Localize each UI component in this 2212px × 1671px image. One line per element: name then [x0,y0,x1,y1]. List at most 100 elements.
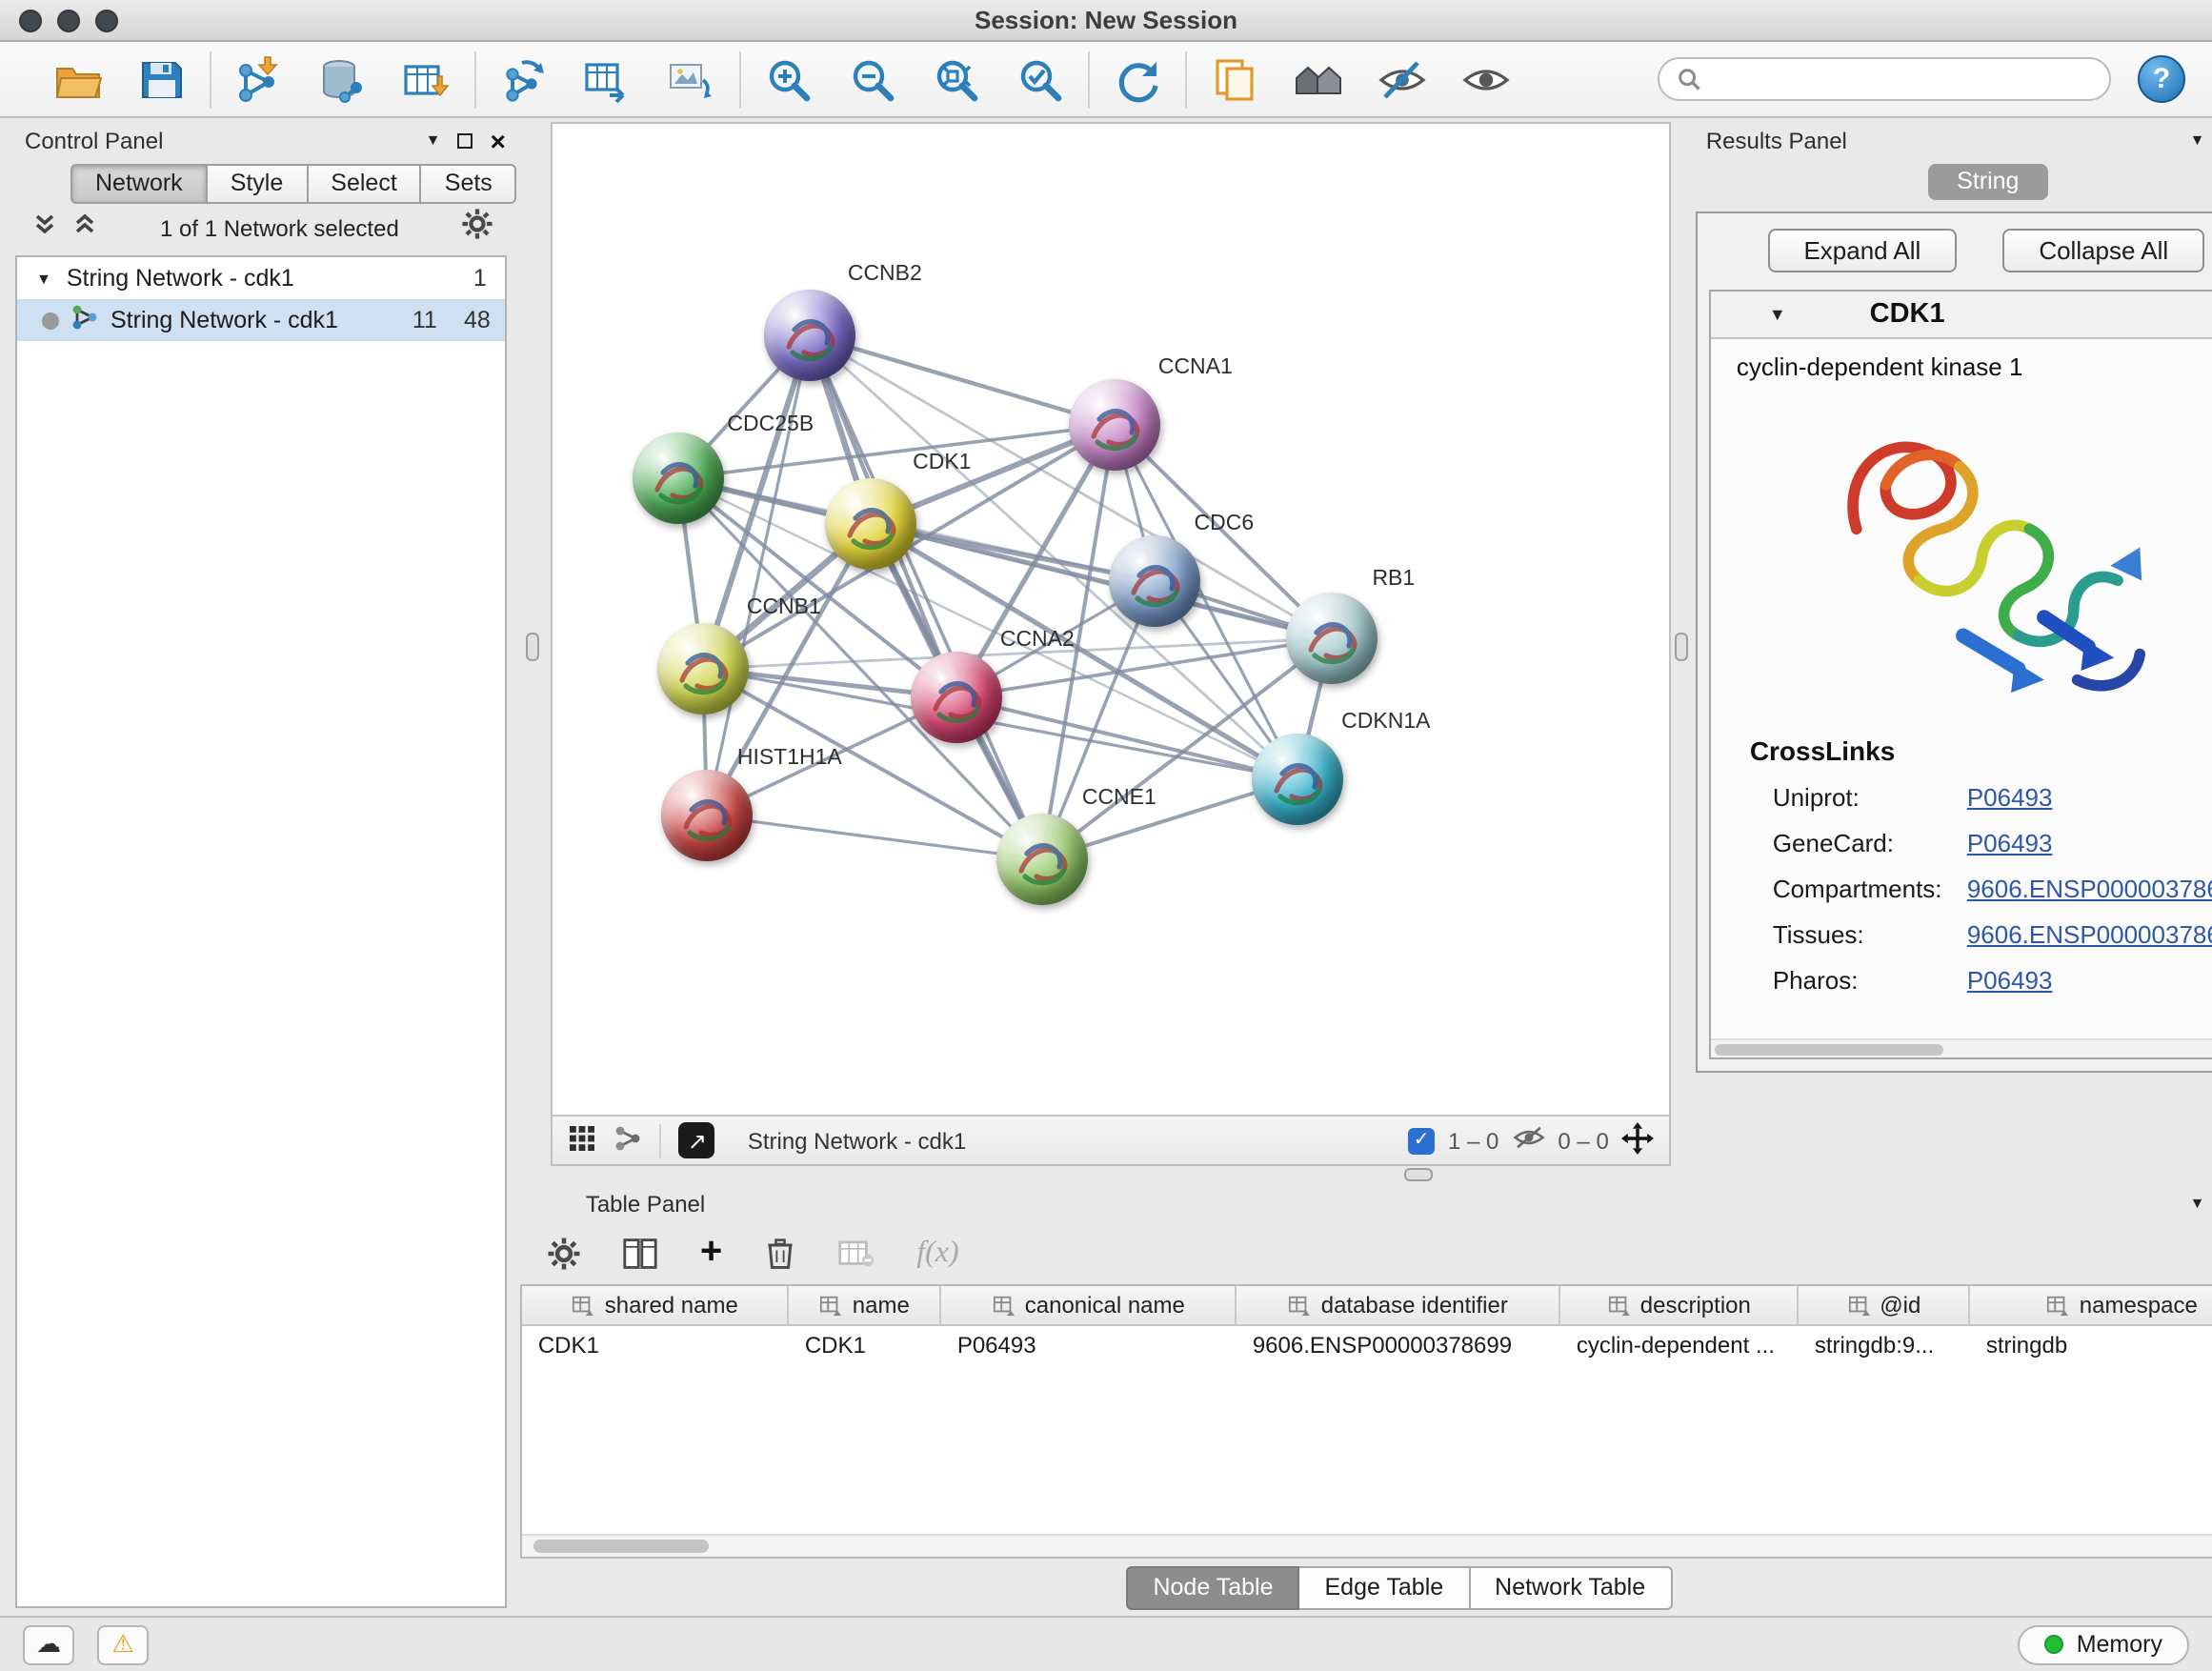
export-table-button[interactable] [579,50,636,108]
help-button[interactable]: ? [2138,55,2185,103]
refresh-layout-button[interactable] [1109,50,1166,108]
pan-crosshair-icon[interactable] [1622,1121,1655,1159]
network-node-cdkn1a[interactable] [1253,734,1344,825]
tab-edge-table[interactable]: Edge Table [1300,1566,1471,1610]
edge-CCNB2-CCNE1[interactable] [811,335,1043,859]
table-row[interactable]: CDK1CDK1P064939606.ENSP00000378699cyclin… [523,1326,2212,1364]
cloud-button[interactable]: ☁ [23,1624,74,1664]
tab-node-table[interactable]: Node Table [1126,1566,1299,1610]
scrollbar-thumb[interactable] [534,1540,710,1553]
search-input[interactable] [1713,66,2092,92]
crosslink-link[interactable]: P06493 [1967,829,2053,857]
column-header-description[interactable]: description [1561,1286,1800,1324]
protein-section-header[interactable]: ▼ CDK1 [1712,292,2212,339]
panel-menu-icon[interactable]: ▼ [2190,1195,2205,1212]
network-node-cdc6[interactable] [1110,535,1201,627]
selected-checkbox-icon[interactable]: ✓ [1408,1127,1435,1154]
tab-string[interactable]: String [1928,163,2047,199]
table-options-gear-icon[interactable] [548,1236,582,1270]
panel-menu-icon[interactable]: ▼ [2190,131,2205,149]
splitter-handle[interactable] [1676,633,1689,661]
scrollbar-thumb[interactable] [1716,1044,1944,1056]
network-node-ccnb2[interactable] [765,290,856,381]
panel-menu-icon[interactable]: ▼ [426,131,441,149]
edge-CCNB2-HIST1H1A[interactable] [708,335,811,815]
network-node-ccna1[interactable] [1070,379,1161,471]
memory-button[interactable]: Memory [2018,1624,2189,1664]
hidden-eye-icon[interactable] [1512,1124,1544,1157]
edge-CDK1-RB1[interactable] [872,524,1333,638]
import-network-file-button[interactable] [231,50,288,108]
clone-network-button[interactable] [1206,50,1263,108]
delete-column-icon[interactable] [764,1236,796,1270]
hide-selected-button[interactable] [1374,50,1431,108]
expand-all-button[interactable]: Expand All [1767,229,1957,272]
add-column-icon[interactable]: + [700,1231,722,1275]
zoom-out-button[interactable] [844,50,901,108]
new-network-button[interactable] [495,50,553,108]
crosslink-link[interactable]: P06493 [1967,783,2053,812]
table-cell[interactable]: CDK1 [790,1326,942,1364]
network-row[interactable]: String Network - cdk1 11 48 [17,299,506,341]
table-cell[interactable]: stringdb:9... [1800,1326,1971,1364]
network-options-gear-icon[interactable] [462,208,494,250]
edge-HIST1H1A-CCNE1[interactable] [708,815,1043,859]
network-canvas[interactable]: CCNB2CCNA1CDC25BCDK1CDC6RB1CCNB1CCNA2CDK… [553,124,1670,1115]
zoom-in-button[interactable] [760,50,817,108]
results-hscrollbar[interactable] [1712,1038,2212,1057]
network-node-rb1[interactable] [1287,593,1378,684]
table-cell[interactable]: cyclin-dependent ... [1561,1326,1800,1364]
network-collection-row[interactable]: ▼ String Network - cdk1 1 [17,257,506,299]
tab-network-table[interactable]: Network Table [1470,1566,1672,1610]
column-header-shared-name[interactable]: shared name [523,1286,790,1324]
title-bar[interactable]: Session: New Session [0,0,2212,42]
tab-select[interactable]: Select [308,164,422,204]
network-node-ccne1[interactable] [997,814,1089,905]
grid-mode-icon[interactable] [569,1123,597,1158]
network-node-ccnb1[interactable] [658,623,750,715]
panel-close-icon[interactable]: × [490,131,505,150]
collapse-all-icon[interactable] [32,211,57,246]
column-header-name[interactable]: name [790,1286,942,1324]
tab-sets[interactable]: Sets [422,164,517,204]
table-cell[interactable]: CDK1 [523,1326,790,1364]
table-hscrollbar[interactable] [523,1534,2212,1557]
network-node-ccna2[interactable] [912,652,1003,743]
crosslink-link[interactable]: 9606.ENSP00000378699 [1967,875,2212,903]
save-session-button[interactable] [133,50,191,108]
splitter-handle[interactable] [527,633,540,661]
table-cell[interactable]: stringdb [1971,1326,2212,1364]
crosslink-link[interactable]: 9606.ENSP00000378699 [1967,920,2212,949]
expand-all-icon[interactable] [72,211,97,246]
search-box[interactable] [1658,57,2111,101]
section-collapse-icon[interactable]: ▼ [1769,305,1786,324]
panel-float-icon[interactable] [457,132,473,148]
tab-style[interactable]: Style [208,164,309,204]
warnings-button[interactable]: ⚠ [97,1624,149,1664]
export-image-button[interactable] [663,50,720,108]
splitter-handle[interactable] [1404,1168,1433,1181]
table-cell[interactable]: 9606.ENSP00000378699 [1237,1326,1561,1364]
show-columns-icon[interactable] [624,1236,658,1270]
network-node-cdc25b[interactable] [633,433,725,524]
open-session-button[interactable] [50,50,107,108]
network-overview-icon[interactable] [614,1123,643,1158]
home-views-button[interactable] [1290,50,1347,108]
network-node-cdk1[interactable] [826,478,917,570]
import-network-database-button[interactable] [314,50,372,108]
show-all-button[interactable] [1458,50,1515,108]
zoom-selected-button[interactable] [1012,50,1069,108]
open-in-window-button[interactable]: ↗ [679,1122,715,1158]
column-header-canonical-name[interactable]: canonical name [942,1286,1237,1324]
zoom-fit-button[interactable] [928,50,985,108]
table-cell[interactable]: P06493 [942,1326,1237,1364]
column-header-namespace[interactable]: namespace [1971,1286,2212,1324]
network-node-hist1h1a[interactable] [662,770,754,861]
column-header--id[interactable]: @id [1800,1286,1971,1324]
tab-network[interactable]: Network [70,164,208,204]
crosslink-link[interactable]: P06493 [1967,966,2053,995]
column-header-database-identifier[interactable]: database identifier [1237,1286,1561,1324]
collapse-all-button[interactable]: Collapse All [2002,229,2204,272]
collection-collapse-icon[interactable]: ▼ [36,270,51,287]
import-table-button[interactable] [398,50,455,108]
